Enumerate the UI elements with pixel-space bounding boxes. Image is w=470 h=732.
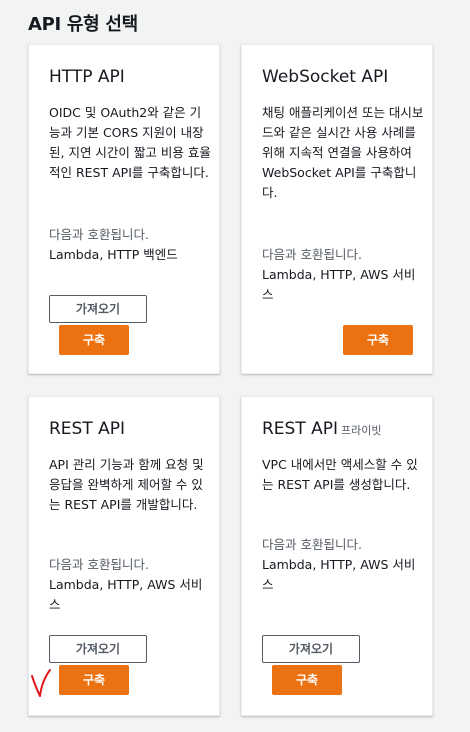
card-description: API 관리 기능과 함께 요청 및 응답을 완벽하게 제어할 수 있는 RES… bbox=[49, 457, 204, 512]
card-title-text: REST API bbox=[262, 419, 339, 439]
compat-label: 다음과 호환됩니다. bbox=[262, 537, 362, 552]
card-description: 채팅 애플리케이션 또는 대시보드와 같은 실시간 사용 사례를 위해 지속적 … bbox=[262, 105, 424, 200]
compat-value: Lambda, HTTP 백엔드 bbox=[49, 247, 178, 262]
compat-label: 다음과 호환됩니다. bbox=[262, 247, 362, 262]
compat-block: 다음과 호환됩니다. Lambda, HTTP 백엔드 bbox=[49, 225, 209, 265]
card-title: REST API 프라이빗 bbox=[262, 419, 382, 439]
import-button[interactable]: 가져오기 bbox=[49, 635, 147, 663]
compat-value: Lambda, HTTP, AWS 서비스 bbox=[262, 267, 416, 302]
card-title: WebSocket API bbox=[262, 67, 388, 87]
card-description: VPC 내에서만 액세스할 수 있는 REST API를 생성합니다. bbox=[262, 457, 418, 492]
import-button[interactable]: 가져오기 bbox=[49, 295, 147, 323]
card-title-text: HTTP API bbox=[49, 67, 125, 87]
card-title: HTTP API bbox=[49, 67, 125, 87]
card-title: REST API bbox=[49, 419, 125, 439]
card-http-api: HTTP API OIDC 및 OAuth2와 같은 기능과 기본 CORS 지… bbox=[28, 44, 220, 374]
compat-value: Lambda, HTTP, AWS 서비스 bbox=[262, 557, 416, 592]
compat-block: 다음과 호환됩니다. Lambda, HTTP, AWS 서비스 bbox=[262, 535, 422, 595]
card-description: OIDC 및 OAuth2와 같은 기능과 기본 CORS 지원이 내장된, 지… bbox=[49, 105, 211, 180]
card-websocket-api: WebSocket API 채팅 애플리케이션 또는 대시보드와 같은 실시간 … bbox=[241, 44, 433, 374]
compat-block: 다음과 호환됩니다. Lambda, HTTP, AWS 서비스 bbox=[262, 245, 422, 305]
page-title: API 유형 선택 bbox=[28, 14, 138, 35]
build-button[interactable]: 구축 bbox=[343, 325, 413, 355]
import-button[interactable]: 가져오기 bbox=[262, 635, 360, 663]
compat-value: Lambda, HTTP, AWS 서비스 bbox=[49, 577, 203, 612]
card-title-text: REST API bbox=[49, 419, 126, 439]
check-mark-icon bbox=[31, 669, 51, 697]
compat-label: 다음과 호환됩니다. bbox=[49, 557, 149, 572]
build-button[interactable]: 구축 bbox=[272, 665, 342, 695]
compat-label: 다음과 호환됩니다. bbox=[49, 227, 149, 242]
card-title-text: WebSocket API bbox=[262, 67, 389, 87]
card-title-suffix: 프라이빗 bbox=[341, 424, 382, 437]
build-button[interactable]: 구축 bbox=[59, 325, 129, 355]
card-rest-api-private: REST API 프라이빗 VPC 내에서만 액세스할 수 있는 REST API… bbox=[241, 396, 433, 716]
build-button[interactable]: 구축 bbox=[59, 665, 129, 695]
card-rest-api: REST API API 관리 기능과 함께 요청 및 응답을 완벽하게 제어할… bbox=[28, 396, 220, 716]
compat-block: 다음과 호환됩니다. Lambda, HTTP, AWS 서비스 bbox=[49, 555, 209, 615]
